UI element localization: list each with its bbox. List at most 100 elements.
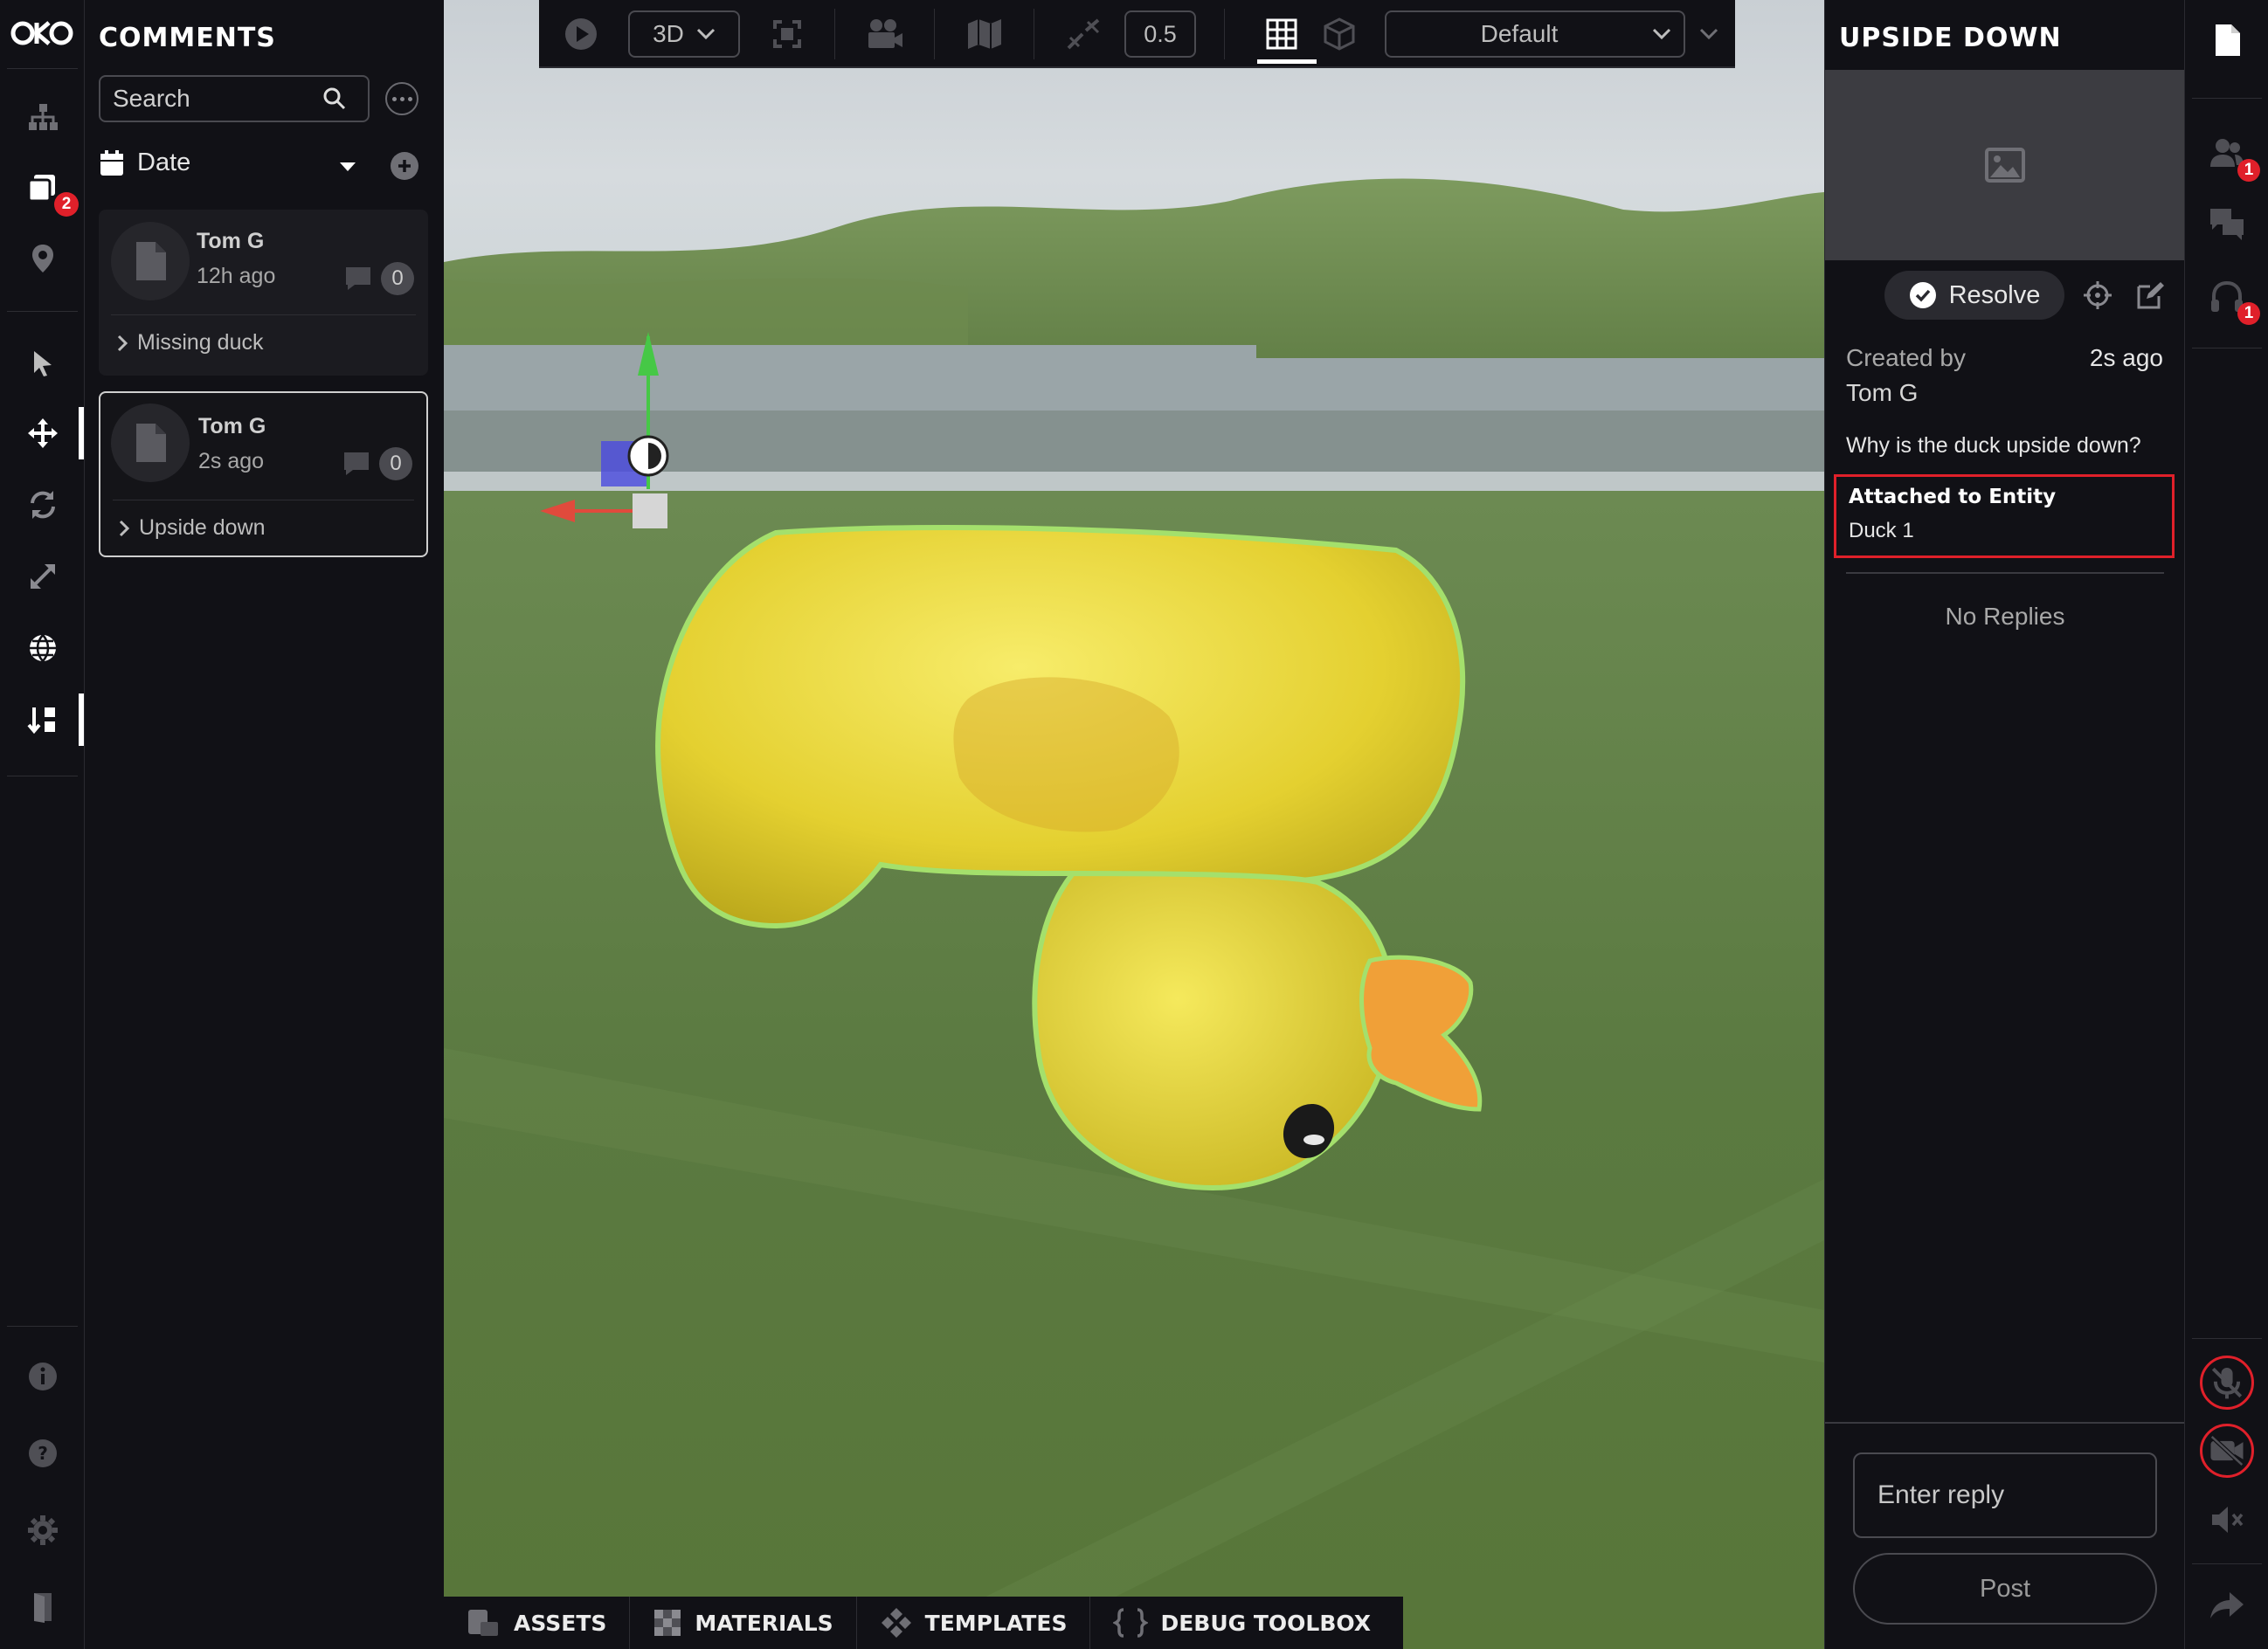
cube-icon xyxy=(1324,17,1355,51)
debug-toolbox-tab[interactable]: DEBUG TOOLBOX xyxy=(1090,1597,1393,1649)
comments-badge: 2 xyxy=(54,192,79,217)
microphone-off-icon xyxy=(2211,1367,2243,1399)
image-icon xyxy=(1985,148,2025,183)
oko-logo xyxy=(10,19,73,52)
snap-icon xyxy=(1067,18,1100,50)
comment-author: Tom G xyxy=(197,229,265,253)
map-icon xyxy=(968,19,1001,49)
scale-icon[interactable] xyxy=(0,550,85,603)
resolve-button[interactable]: Resolve xyxy=(1884,271,2064,320)
materials-tab-label: MATERIALS xyxy=(695,1610,833,1636)
reply-count: 0 xyxy=(342,447,412,480)
speech-bubble-icon xyxy=(346,267,370,290)
document-panel-button[interactable] xyxy=(2185,14,2268,66)
assets-icon xyxy=(468,1610,498,1636)
chevron-right-icon xyxy=(117,335,128,351)
comment-author: Tom G xyxy=(1846,379,1919,406)
move-icon[interactable] xyxy=(0,407,85,459)
settings-icon[interactable] xyxy=(0,1504,85,1556)
crosshair-icon xyxy=(2084,281,2112,309)
attached-entity-name: Duck 1 xyxy=(1849,519,1914,542)
chevron-down-icon xyxy=(696,28,715,40)
location-pin-icon[interactable] xyxy=(0,232,85,285)
chevron-down-icon xyxy=(1652,28,1671,40)
users-button[interactable]: 1 xyxy=(2185,128,2268,182)
comments-icon[interactable]: 2 xyxy=(0,162,85,217)
camera-icon xyxy=(868,19,902,48)
speaker-mute-button[interactable] xyxy=(2185,1494,2268,1546)
post-button[interactable]: Post xyxy=(1853,1553,2157,1625)
templates-tab-label: TEMPLATES xyxy=(924,1610,1068,1636)
chat-button[interactable] xyxy=(2185,197,2268,250)
info-icon[interactable] xyxy=(0,1350,85,1403)
reply-count-pill: 0 xyxy=(379,447,412,480)
search-icon[interactable] xyxy=(322,86,347,111)
hierarchy-icon[interactable] xyxy=(0,91,85,143)
play-button[interactable] xyxy=(562,10,600,58)
materials-tab[interactable]: MATERIALS xyxy=(630,1597,857,1649)
snap-toggle[interactable] xyxy=(1063,10,1105,58)
exit-icon[interactable] xyxy=(0,1581,85,1633)
3d-viewport[interactable]: ASSETS MATERIALS TEMPLATES DEBUG TOOLBOX xyxy=(444,0,1824,1649)
no-replies-text: No Replies xyxy=(1945,603,2065,630)
map-button[interactable] xyxy=(964,10,1006,58)
materials-icon xyxy=(654,1610,681,1636)
chevron-down-icon xyxy=(1699,28,1718,40)
comment-time: 12h ago xyxy=(197,264,276,288)
comment-card[interactable]: Tom G 12h ago 0 Missing duck xyxy=(99,210,428,376)
comments-panel: COMMENTS Date Tom G 12h ago 0 Missing du… xyxy=(85,0,444,1649)
audio-button[interactable]: 1 xyxy=(2185,271,2268,325)
sort-icon[interactable] xyxy=(0,693,85,746)
scene-render[interactable] xyxy=(444,0,1824,1649)
templates-tab[interactable]: TEMPLATES xyxy=(857,1597,1091,1649)
snap-value-input[interactable]: 0.5 xyxy=(1124,10,1196,58)
reply-input[interactable] xyxy=(1877,1480,2131,1510)
calendar-icon xyxy=(100,149,123,176)
comment-time: 2s ago xyxy=(198,449,265,473)
users-badge: 1 xyxy=(2237,159,2260,182)
view-mode-dropdown[interactable]: 3D xyxy=(628,10,740,58)
help-icon[interactable]: ? xyxy=(0,1427,85,1480)
comment-title-toggle[interactable]: Upside down xyxy=(118,515,266,541)
edit-button[interactable] xyxy=(2134,279,2166,315)
grid-toggle[interactable] xyxy=(1252,10,1311,58)
camera-preset-dropdown[interactable]: Default xyxy=(1385,10,1685,58)
search-input[interactable] xyxy=(113,85,322,113)
toolbar-expand-button[interactable] xyxy=(1694,10,1724,58)
created-time: 2s ago xyxy=(2089,344,2163,371)
attached-entity-box[interactable]: Attached to Entity Duck 1 xyxy=(1834,474,2175,558)
chevron-down-icon[interactable] xyxy=(338,161,357,173)
camera-off-button[interactable] xyxy=(2185,1422,2268,1480)
created-by-label: Created by xyxy=(1846,344,1966,371)
svg-text:?: ? xyxy=(38,1443,48,1464)
document-icon xyxy=(136,424,166,462)
assets-tab[interactable]: ASSETS xyxy=(444,1597,631,1649)
focus-icon xyxy=(773,20,801,48)
templates-icon xyxy=(881,1608,911,1638)
mute-mic-button[interactable] xyxy=(2185,1354,2268,1411)
globe-icon[interactable] xyxy=(0,622,85,674)
cursor-select-icon[interactable] xyxy=(0,337,85,390)
play-icon xyxy=(565,18,597,50)
speaker-mute-icon xyxy=(2212,1507,2244,1533)
locate-button[interactable] xyxy=(2082,279,2113,315)
more-options-button[interactable] xyxy=(385,82,418,115)
comment-title-toggle[interactable]: Missing duck xyxy=(116,330,264,355)
share-button[interactable] xyxy=(2185,1579,2268,1632)
add-comment-button[interactable] xyxy=(391,152,418,180)
wireframe-toggle[interactable] xyxy=(1318,10,1360,58)
reply-field[interactable] xyxy=(1853,1452,2157,1538)
reply-count-pill: 0 xyxy=(381,262,414,295)
image-placeholder[interactable] xyxy=(1825,70,2185,260)
camera-button[interactable] xyxy=(864,10,906,58)
comment-card-selected[interactable]: Tom G 2s ago 0 Upside down xyxy=(99,391,428,557)
comments-title: COMMENTS xyxy=(99,23,276,53)
search-box[interactable] xyxy=(99,75,370,122)
speech-bubble-icon xyxy=(344,452,369,475)
sort-dropdown[interactable]: Date xyxy=(99,148,190,177)
rotate-icon[interactable] xyxy=(0,479,85,531)
reply-count: 0 xyxy=(344,262,414,295)
audio-badge: 1 xyxy=(2237,302,2260,325)
edit-icon xyxy=(2137,282,2164,309)
focus-button[interactable] xyxy=(768,10,806,58)
